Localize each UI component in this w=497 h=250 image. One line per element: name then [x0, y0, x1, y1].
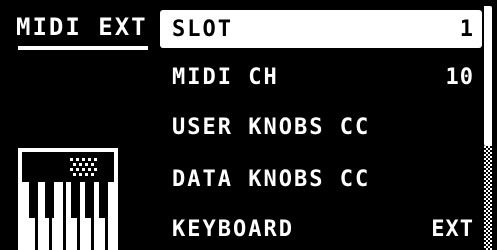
menu-item-data-knobs-cc[interactable]: DATA KNOBS CC: [160, 160, 482, 198]
menu-item-slot[interactable]: SLOT 1: [160, 10, 482, 48]
menu-item-value: 10: [445, 64, 474, 90]
menu-item-midi-ch[interactable]: MIDI CH 10: [160, 58, 482, 96]
menu-item-value: 1: [459, 16, 474, 42]
menu-item-label: USER KNOBS CC: [172, 114, 371, 140]
menu-item-label: MIDI CH: [172, 64, 279, 90]
settings-menu: SLOT 1 MIDI CH 10 USER KNOBS CC DATA KNO…: [160, 0, 482, 250]
device-screen: MIDI EXT SLOT 1 MIDI CH 10 USER KNOBS CC…: [0, 0, 497, 250]
piano-keyboard-icon: [18, 148, 118, 250]
menu-item-value: EXT: [431, 216, 474, 242]
menu-item-label: DATA KNOBS CC: [172, 166, 371, 192]
menu-item-user-knobs-cc[interactable]: USER KNOBS CC: [160, 108, 482, 146]
scrollbar-thumb[interactable]: [484, 6, 492, 146]
panel-title: MIDI EXT: [16, 13, 148, 41]
menu-item-keyboard[interactable]: KEYBOARD EXT: [160, 210, 482, 248]
menu-item-label: SLOT: [172, 16, 233, 42]
menu-item-label: KEYBOARD: [172, 216, 294, 242]
panel-title-underline: [18, 46, 148, 50]
